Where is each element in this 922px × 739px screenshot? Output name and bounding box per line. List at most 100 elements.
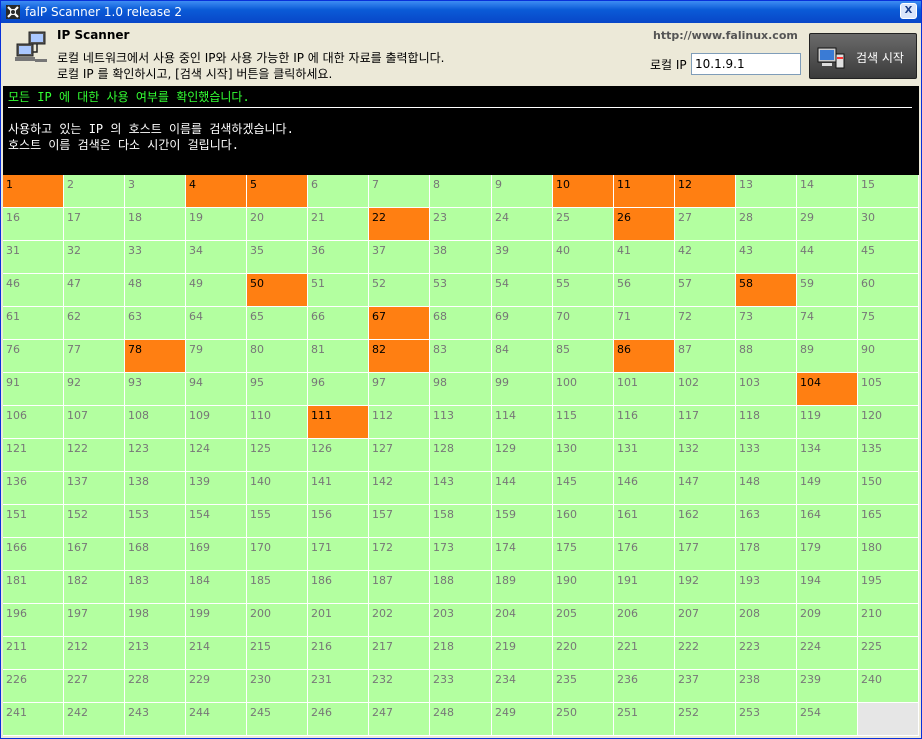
ip-cell-free[interactable]: 155: [247, 505, 308, 538]
ip-cell-free[interactable]: 145: [553, 472, 614, 505]
ip-cell-free[interactable]: 169: [186, 538, 247, 571]
ip-cell-used[interactable]: 12: [675, 175, 736, 208]
ip-cell-free[interactable]: 84: [492, 340, 553, 373]
ip-cell-free[interactable]: 244: [186, 703, 247, 736]
ip-cell-free[interactable]: 167: [64, 538, 125, 571]
ip-cell-free[interactable]: 59: [797, 274, 858, 307]
ip-cell-free[interactable]: 79: [186, 340, 247, 373]
ip-cell-free[interactable]: 171: [308, 538, 369, 571]
ip-cell-free[interactable]: 188: [430, 571, 492, 604]
ip-cell-free[interactable]: 31: [3, 241, 64, 274]
ip-cell-free[interactable]: 172: [369, 538, 430, 571]
ip-cell-free[interactable]: 43: [736, 241, 797, 274]
ip-cell-free[interactable]: 184: [186, 571, 247, 604]
ip-cell-free[interactable]: 241: [3, 703, 64, 736]
ip-cell-free[interactable]: 156: [308, 505, 369, 538]
ip-cell-free[interactable]: 15: [858, 175, 919, 208]
ip-cell-free[interactable]: 40: [553, 241, 614, 274]
ip-cell-free[interactable]: 27: [675, 208, 736, 241]
ip-cell-free[interactable]: 228: [125, 670, 186, 703]
ip-cell-used[interactable]: 22: [369, 208, 430, 241]
ip-cell-free[interactable]: 92: [64, 373, 125, 406]
ip-cell-free[interactable]: 140: [247, 472, 308, 505]
ip-cell-free[interactable]: 166: [3, 538, 64, 571]
ip-cell-free[interactable]: 77: [64, 340, 125, 373]
ip-cell-free[interactable]: 93: [125, 373, 186, 406]
ip-cell-free[interactable]: 220: [553, 637, 614, 670]
ip-cell-free[interactable]: 141: [308, 472, 369, 505]
ip-cell-free[interactable]: 215: [247, 637, 308, 670]
ip-cell-free[interactable]: 131: [614, 439, 675, 472]
ip-cell-free[interactable]: 117: [675, 406, 736, 439]
ip-cell-free[interactable]: 227: [64, 670, 125, 703]
ip-cell-free[interactable]: 42: [675, 241, 736, 274]
ip-cell-free[interactable]: 161: [614, 505, 675, 538]
ip-cell-free[interactable]: 75: [858, 307, 919, 340]
ip-cell-free[interactable]: 223: [736, 637, 797, 670]
ip-cell-free[interactable]: 201: [308, 604, 369, 637]
ip-cell-used[interactable]: 4: [186, 175, 247, 208]
ip-cell-used[interactable]: 5: [247, 175, 308, 208]
ip-cell-free[interactable]: 51: [308, 274, 369, 307]
ip-cell-free[interactable]: 76: [3, 340, 64, 373]
ip-cell-free[interactable]: 195: [858, 571, 919, 604]
ip-cell-free[interactable]: 197: [64, 604, 125, 637]
ip-cell-free[interactable]: 89: [797, 340, 858, 373]
ip-cell-free[interactable]: 130: [553, 439, 614, 472]
ip-cell-free[interactable]: 252: [675, 703, 736, 736]
ip-cell-free[interactable]: 39: [492, 241, 553, 274]
ip-cell-free[interactable]: 62: [64, 307, 125, 340]
ip-cell-used[interactable]: 11: [614, 175, 675, 208]
ip-cell-free[interactable]: 230: [247, 670, 308, 703]
ip-cell-free[interactable]: 219: [492, 637, 553, 670]
ip-cell-free[interactable]: 189: [492, 571, 553, 604]
ip-cell-free[interactable]: 139: [186, 472, 247, 505]
ip-cell-free[interactable]: 118: [736, 406, 797, 439]
ip-cell-free[interactable]: 8: [430, 175, 492, 208]
ip-cell-free[interactable]: 246: [308, 703, 369, 736]
ip-cell-free[interactable]: 233: [430, 670, 492, 703]
ip-cell-free[interactable]: 63: [125, 307, 186, 340]
ip-cell-free[interactable]: 176: [614, 538, 675, 571]
ip-cell-free[interactable]: 209: [797, 604, 858, 637]
ip-cell-used[interactable]: 67: [369, 307, 430, 340]
ip-cell-free[interactable]: 253: [736, 703, 797, 736]
ip-cell-free[interactable]: 129: [492, 439, 553, 472]
ip-cell-free[interactable]: 146: [614, 472, 675, 505]
ip-cell-free[interactable]: 120: [858, 406, 919, 439]
ip-cell-used[interactable]: 26: [614, 208, 675, 241]
ip-cell-free[interactable]: 16: [3, 208, 64, 241]
ip-cell-free[interactable]: 177: [675, 538, 736, 571]
ip-cell-free[interactable]: 106: [3, 406, 64, 439]
ip-cell-free[interactable]: 160: [553, 505, 614, 538]
ip-cell-free[interactable]: 254: [797, 703, 858, 736]
ip-cell-free[interactable]: 250: [553, 703, 614, 736]
ip-cell-free[interactable]: 175: [553, 538, 614, 571]
ip-cell-used[interactable]: 82: [369, 340, 430, 373]
ip-cell-free[interactable]: 199: [186, 604, 247, 637]
ip-cell-free[interactable]: 125: [247, 439, 308, 472]
ip-cell-free[interactable]: 64: [186, 307, 247, 340]
local-ip-input[interactable]: [691, 53, 801, 75]
ip-cell-free[interactable]: 14: [797, 175, 858, 208]
ip-cell-free[interactable]: 137: [64, 472, 125, 505]
ip-cell-free[interactable]: 24: [492, 208, 553, 241]
ip-cell-free[interactable]: 18: [125, 208, 186, 241]
ip-cell-free[interactable]: 206: [614, 604, 675, 637]
ip-cell-free[interactable]: 122: [64, 439, 125, 472]
ip-cell-free[interactable]: 45: [858, 241, 919, 274]
ip-cell-free[interactable]: 127: [369, 439, 430, 472]
ip-cell-free[interactable]: 224: [797, 637, 858, 670]
ip-cell-free[interactable]: 60: [858, 274, 919, 307]
ip-cell-free[interactable]: 68: [430, 307, 492, 340]
ip-cell-free[interactable]: 249: [492, 703, 553, 736]
ip-cell-used[interactable]: 104: [797, 373, 858, 406]
ip-cell-free[interactable]: 81: [308, 340, 369, 373]
ip-cell-free[interactable]: 85: [553, 340, 614, 373]
ip-cell-free[interactable]: 213: [125, 637, 186, 670]
ip-cell-free[interactable]: 110: [247, 406, 308, 439]
ip-cell-free[interactable]: 247: [369, 703, 430, 736]
ip-cell-free[interactable]: 217: [369, 637, 430, 670]
ip-cell-free[interactable]: 29: [797, 208, 858, 241]
ip-cell-free[interactable]: 3: [125, 175, 186, 208]
